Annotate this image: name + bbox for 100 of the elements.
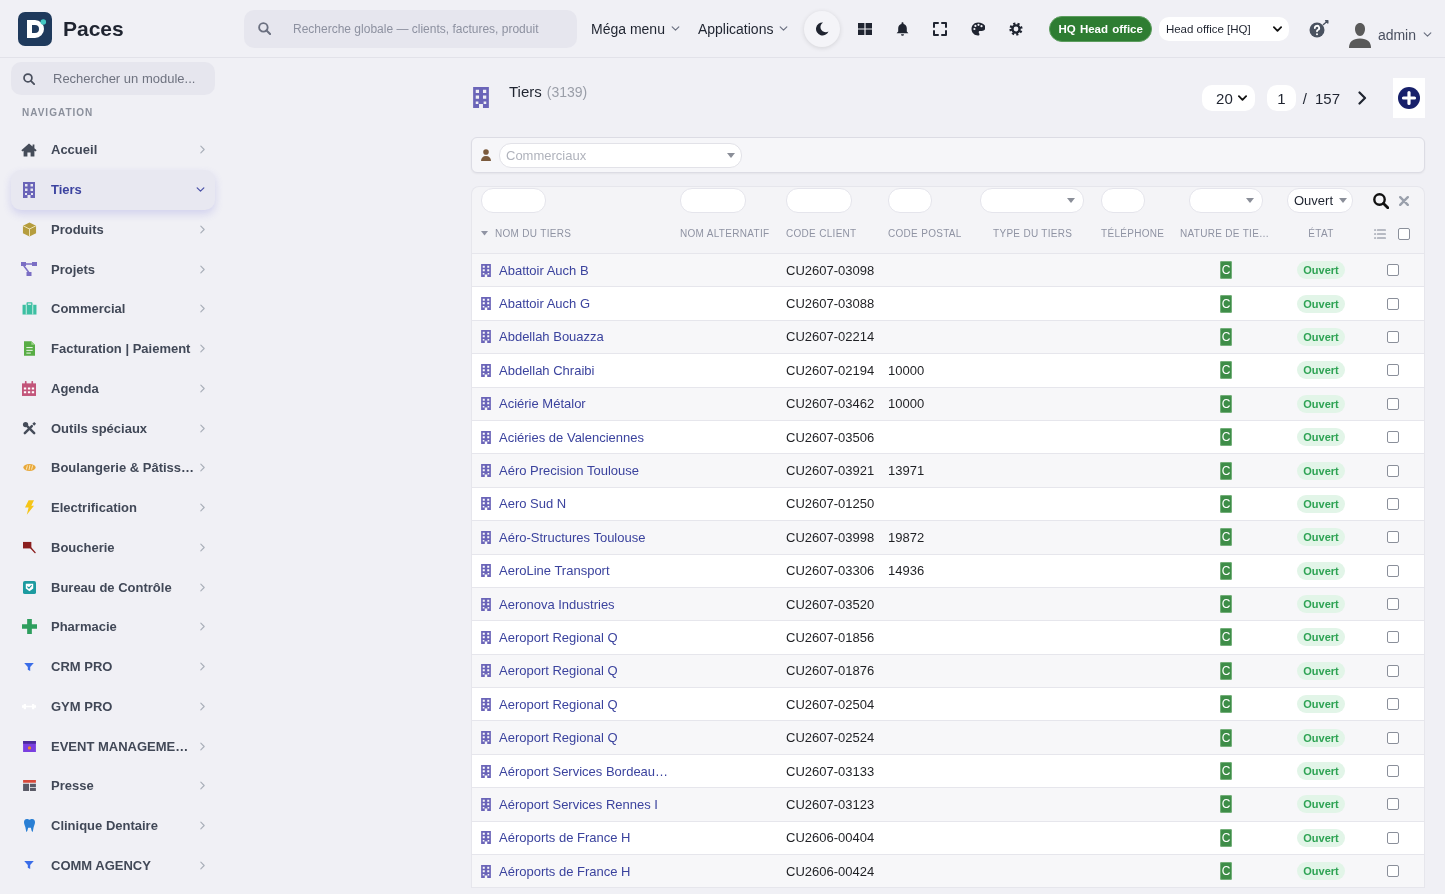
row-checkbox[interactable] [1387, 364, 1399, 377]
nav-item[interactable]: Commercial [11, 289, 215, 329]
company-name-link[interactable]: Aéro Precision Toulouse [499, 463, 639, 479]
row-checkbox[interactable] [1387, 497, 1399, 510]
page-size-select[interactable]: 20 [1201, 85, 1255, 111]
nav-item[interactable]: Accueil [11, 130, 215, 170]
table-cell: CU2607-03133 [786, 763, 875, 779]
row-checkbox[interactable] [1387, 631, 1399, 644]
nature-tag: C [1220, 494, 1232, 513]
calendar-icon [22, 380, 36, 396]
next-page-button[interactable] [1358, 91, 1367, 105]
company-name-link[interactable]: Aeroport Regional Q [499, 696, 618, 712]
filter-input[interactable] [680, 188, 746, 213]
row-checkbox[interactable] [1387, 731, 1399, 744]
nav-item[interactable]: Projets [11, 249, 215, 289]
company-name-link[interactable]: Aero Sud N [499, 496, 567, 512]
row-checkbox[interactable] [1387, 531, 1399, 544]
user-menu-button[interactable]: admin [1348, 21, 1432, 48]
company-name-link[interactable]: Aéroport Services Rennes I [499, 796, 658, 812]
theme-toggle-button[interactable] [804, 10, 841, 47]
company-name-link[interactable]: Aéroports de France H [499, 830, 631, 846]
columns-button[interactable] [1374, 228, 1386, 239]
global-search-field[interactable]: Recherche globale — clients, factures, produit [244, 9, 577, 48]
nav-item[interactable]: COMM AGENCY [11, 845, 215, 886]
search-button[interactable] [1373, 192, 1389, 209]
nav-item[interactable]: Outils spéciaux [11, 408, 215, 448]
status-tag: Ouvert [1297, 828, 1345, 847]
nav-item[interactable]: Facturation | Paiement [11, 328, 215, 369]
nature-tag: C [1220, 294, 1232, 313]
nav-item[interactable]: Presse [11, 766, 215, 806]
company-name-link[interactable]: Aéroports de France H [499, 863, 631, 879]
nature-tag: C [1220, 361, 1232, 380]
filter-input[interactable] [888, 188, 932, 213]
page-number-field[interactable]: 1 [1266, 85, 1296, 111]
company-name-link[interactable]: Abattoir Auch G [499, 296, 591, 312]
nav-item[interactable]: EVENT MANAGEME… [11, 726, 215, 766]
nav-item[interactable]: Produits [11, 209, 215, 250]
company-name-link[interactable]: Aeroport Regional Q [499, 663, 618, 679]
row-checkbox[interactable] [1387, 464, 1399, 477]
nav-item[interactable]: Clinique Dentaire [11, 805, 215, 846]
nature-tag: C [1220, 528, 1232, 547]
nav-item[interactable]: Tiers [11, 169, 215, 210]
sitemap-icon [21, 262, 37, 277]
company-name-link[interactable]: Aeronova Industries [499, 596, 615, 612]
help-button[interactable] [1308, 19, 1329, 38]
row-checkbox[interactable] [1387, 397, 1399, 410]
row-checkbox[interactable] [1387, 330, 1399, 343]
row-checkbox[interactable] [1387, 798, 1399, 811]
palette-icon [971, 21, 986, 36]
row-checkbox[interactable] [1387, 564, 1399, 577]
nav-item[interactable]: Boucherie [11, 527, 215, 568]
filter-input[interactable] [481, 188, 546, 213]
nav-item[interactable]: Bureau de Contrôle [11, 567, 215, 607]
row-checkbox[interactable] [1387, 865, 1399, 878]
menu-button[interactable]: Méga menu [591, 13, 680, 44]
section-title: NAVIGATION [21, 106, 95, 120]
row-checkbox[interactable] [1387, 598, 1399, 611]
company-name-link[interactable]: AeroLine Transport [499, 563, 610, 579]
row-checkbox[interactable] [1387, 698, 1399, 711]
row-checkbox[interactable] [1387, 431, 1399, 444]
row-checkbox[interactable] [1387, 297, 1399, 310]
nav-item[interactable]: CRM PRO [11, 646, 215, 687]
clear-filters-button[interactable] [1399, 195, 1409, 206]
nature-tag: C [1220, 561, 1232, 580]
filter-input[interactable] [1101, 188, 1145, 213]
nav-item[interactable]: Boulangerie & Pâtiss… [11, 448, 215, 488]
company-name-link[interactable]: Aeroport Regional Q [499, 730, 618, 746]
row-checkbox[interactable] [1387, 664, 1399, 677]
chevron-down-icon [1237, 95, 1247, 101]
select-all-checkbox[interactable] [1398, 227, 1410, 240]
nature-tag: C [1220, 795, 1232, 814]
company-name-link[interactable]: Abattoir Auch B [499, 262, 589, 278]
building-icon [481, 831, 491, 845]
company-name-link[interactable]: Aciéries de Valenciennes [499, 429, 644, 445]
building-icon [481, 664, 491, 678]
row-checkbox[interactable] [1387, 264, 1399, 277]
building-icon [481, 631, 491, 644]
company-name-link[interactable]: Aeroport Regional Q [499, 630, 618, 645]
company-name-link[interactable]: Aéroport Services Bordeau… [499, 763, 669, 779]
nav-item[interactable]: Pharmacie [11, 607, 215, 647]
module-search-field[interactable]: Rechercher un module... [11, 62, 215, 95]
filter-input[interactable] [786, 188, 852, 213]
menu-button[interactable]: Applications [697, 13, 789, 44]
company-name-link[interactable]: Aéro-Structures Toulouse [499, 529, 646, 545]
company-name-link[interactable]: Abdellah Chraibi [499, 362, 595, 378]
office-select[interactable]: Head office [HQ] [1158, 16, 1289, 41]
nav-item[interactable]: GYM PRO [11, 686, 215, 727]
row-checkbox[interactable] [1387, 765, 1399, 778]
nav-item[interactable]: Electrification [11, 487, 215, 528]
add-button[interactable] [1393, 78, 1425, 118]
caret-icon [727, 152, 735, 158]
building-icon [23, 181, 35, 198]
chevron-down-icon [1272, 25, 1282, 32]
filter-select[interactable]: Ouvert [1287, 188, 1353, 213]
building-icon [481, 697, 491, 711]
company-name-link[interactable]: Abdellah Bouazza [499, 329, 604, 345]
company-name-link[interactable]: Aciérie Métalor [499, 396, 586, 412]
chevron-down-icon [1423, 32, 1432, 37]
row-checkbox[interactable] [1387, 831, 1399, 844]
nav-item[interactable]: Agenda [11, 368, 215, 409]
